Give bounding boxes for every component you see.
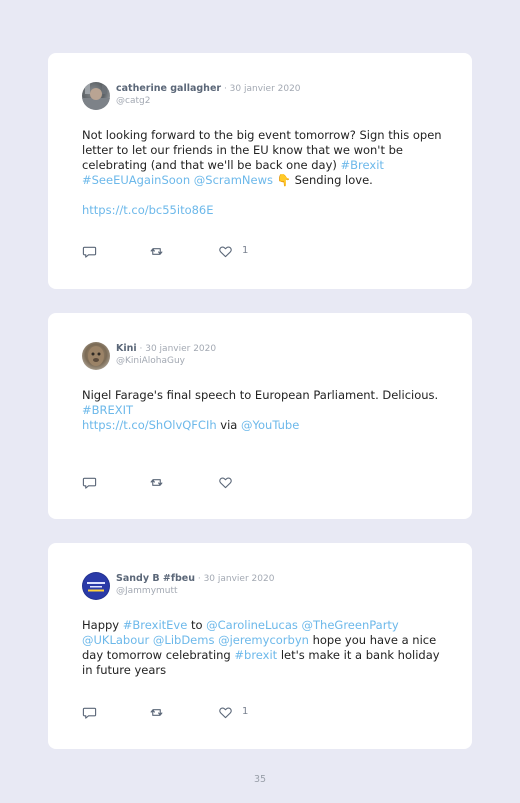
author-name[interactable]: catherine gallagher [116, 83, 221, 94]
tweet-date[interactable]: 30 janvier 2020 [230, 84, 301, 94]
hashtag-link[interactable]: #brexit [234, 648, 277, 662]
retweet-icon[interactable] [149, 244, 164, 260]
pointing-down-emoji: 👇 [276, 173, 291, 187]
avatar[interactable] [82, 82, 110, 110]
mention-link[interactable]: @CarolineLucas [206, 618, 298, 632]
author-name[interactable]: Kini [116, 343, 137, 354]
avatar[interactable] [82, 342, 110, 370]
url-link[interactable]: https://t.co/ShOlvQFCIh [82, 418, 217, 432]
text-segment: via [216, 418, 241, 432]
mention-link[interactable]: @UKLabour [82, 633, 149, 647]
name-line: catherine gallagher · 30 janvier 2020 [116, 83, 301, 95]
text-segment: Sending love. [290, 173, 373, 187]
mention-link[interactable]: @ScramNews [194, 173, 273, 187]
url-link[interactable]: https://t.co/bc55ito86E [82, 203, 214, 217]
tweet-text: Not looking forward to the big event tom… [82, 128, 442, 218]
mention-link[interactable]: @LibDems [153, 633, 215, 647]
mention-link[interactable]: @TheGreenParty [302, 618, 399, 632]
hashtag-link[interactable]: #SeeEUAgainSoon [82, 173, 190, 187]
text-segment: Happy [82, 618, 123, 632]
separator: · [136, 344, 146, 354]
tweet-card: catherine gallagher · 30 janvier 2020 @c… [48, 53, 472, 289]
hashtag-link[interactable]: #Brexit [341, 158, 384, 172]
reply-icon[interactable] [82, 475, 97, 491]
separator: · [194, 574, 204, 584]
hashtag-link[interactable]: #BREXIT [82, 403, 133, 417]
author-handle[interactable]: @Jammymutt [116, 586, 178, 596]
tweet-text: Happy #BrexitEve to @CarolineLucas @TheG… [82, 618, 442, 678]
text-segment: Nigel Farage's final speech to European … [82, 388, 439, 402]
text-segment: to [187, 618, 207, 632]
mention-link[interactable]: @jeremycorbyn [218, 633, 309, 647]
tweet-text: Nigel Farage's final speech to European … [82, 388, 442, 433]
retweet-icon[interactable] [149, 475, 164, 491]
page-number: 35 [253, 774, 267, 785]
heart-icon[interactable] [218, 475, 233, 491]
avatar[interactable] [82, 572, 110, 600]
tweet-date[interactable]: 30 janvier 2020 [204, 574, 275, 584]
heart-icon[interactable] [218, 705, 233, 721]
text-segment: Not looking forward to the big event tom… [82, 128, 442, 172]
heart-icon[interactable] [218, 244, 233, 260]
author-handle[interactable]: @catg2 [116, 96, 150, 106]
name-line: Kini · 30 janvier 2020 [116, 343, 216, 355]
like-count: 1 [242, 245, 249, 256]
like-count: 1 [242, 706, 249, 717]
hashtag-link[interactable]: #BrexitEve [123, 618, 188, 632]
tweet-actions [82, 475, 282, 491]
tweet-card: Sandy B #fbeu · 30 janvier 2020 @Jammymu… [48, 543, 472, 749]
author-name[interactable]: Sandy B #fbeu [116, 573, 195, 584]
mention-link[interactable]: @YouTube [241, 418, 299, 432]
tweet-actions: 1 [82, 244, 282, 260]
tweet-card: Kini · 30 janvier 2020 @KiniAlohaGuy Nig… [48, 313, 472, 519]
separator: · [221, 84, 230, 94]
retweet-icon[interactable] [149, 705, 164, 721]
reply-icon[interactable] [82, 705, 97, 721]
tweet-date[interactable]: 30 janvier 2020 [145, 344, 216, 354]
name-line: Sandy B #fbeu · 30 janvier 2020 [116, 573, 274, 585]
tweet-actions: 1 [82, 705, 282, 721]
reply-icon[interactable] [82, 244, 97, 260]
author-handle[interactable]: @KiniAlohaGuy [116, 356, 185, 366]
